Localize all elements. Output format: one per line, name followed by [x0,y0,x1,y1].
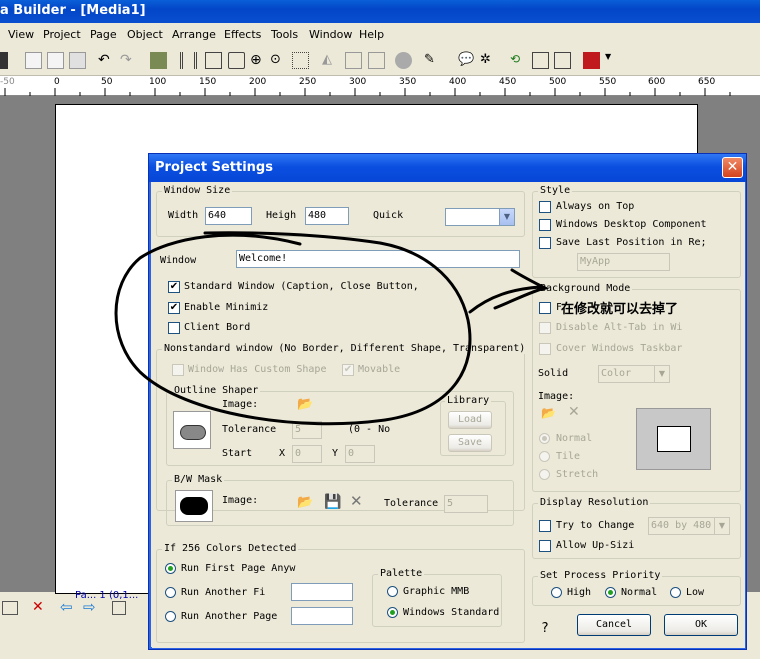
annotation-loop [114,231,472,426]
annotation-arrow [468,268,550,314]
annotation-overlay [114,231,550,426]
annotation-text: 在修改就可以去掉了 [561,298,679,317]
